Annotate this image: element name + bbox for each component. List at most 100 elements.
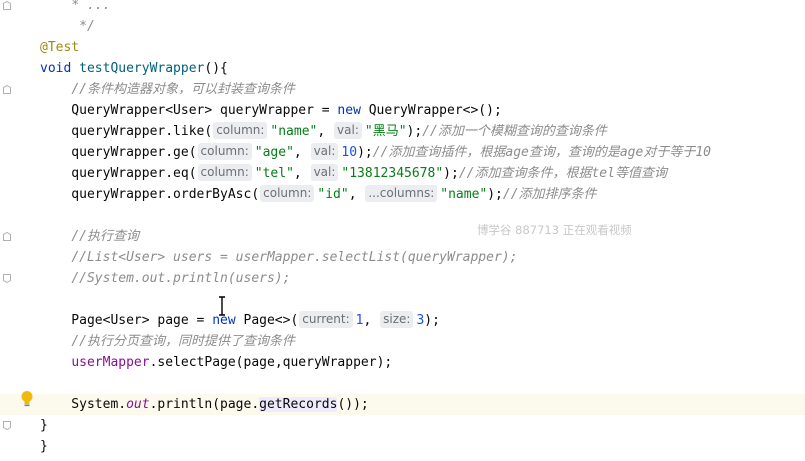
code-text: //条件构造器对象，可以封装查询条件 [40, 79, 295, 100]
code-token: System. [40, 397, 127, 412]
code-text: //执行分页查询，同时提供了查询条件 [40, 331, 295, 352]
code-line[interactable]: System.out.println(page.getRecords()); [0, 394, 805, 415]
code-line[interactable]: userMapper.selectPage(page,queryWrapper)… [0, 352, 805, 373]
code-token: ); [357, 145, 373, 160]
code-token: //添加排序条件 [502, 187, 597, 202]
code-line[interactable]: //List<User> users = userMapper.selectLi… [0, 247, 805, 268]
parameter-hint: column: [197, 164, 252, 181]
code-token: //条件构造器对象，可以封装查询条件 [71, 82, 295, 97]
code-token: new [212, 313, 244, 328]
code-token: */ [40, 19, 95, 34]
code-token: , [293, 166, 310, 181]
code-token: , [293, 145, 310, 160]
code-token: QueryWrapper<User> queryWrapper = [40, 103, 338, 118]
code-line[interactable]: //System.out.println(users); [0, 268, 805, 289]
parameter-hint: ...columns: [365, 185, 438, 202]
code-token: "name" [270, 124, 318, 139]
code-token: queryWrapper.orderByAsc( [40, 187, 260, 202]
code-text: //List<User> users = userMapper.selectLi… [40, 247, 517, 268]
code-line[interactable]: Page<User> page = new Page<>(current: 1, … [0, 310, 805, 331]
code-token: "age" [254, 145, 294, 160]
code-text: * ... [40, 0, 118, 16]
parameter-hint: column: [260, 185, 315, 202]
fold-marker-icon[interactable] [3, 274, 11, 283]
code-text: } [40, 415, 48, 436]
parameter-hint: size: [380, 311, 414, 328]
watermark-text: 博学谷 887713 正在观看视频 [477, 223, 632, 237]
code-line[interactable]: QueryWrapper<User> queryWrapper = new Qu… [0, 100, 805, 121]
code-token: } [40, 439, 48, 454]
code-line[interactable]: //条件构造器对象，可以封装查询条件 [0, 79, 805, 100]
code-token: "tel" [254, 166, 294, 181]
code-text: @Test [40, 37, 79, 58]
code-token: //执行分页查询，同时提供了查询条件 [71, 334, 295, 349]
code-line[interactable]: queryWrapper.like(column: "name", val: "黑马… [0, 121, 805, 142]
code-token: "name" [440, 187, 488, 202]
code-token: userMapper [71, 355, 150, 370]
code-text: queryWrapper.ge(column: "age", val: 10);//… [40, 142, 711, 163]
code-token: 10 [341, 145, 358, 160]
code-line[interactable]: queryWrapper.orderByAsc(column: "id", ...… [0, 184, 805, 205]
fold-marker-icon[interactable] [3, 232, 11, 241]
code-token: Page<User> page = [40, 313, 213, 328]
code-token: * ... [71, 0, 119, 13]
code-line[interactable] [0, 289, 805, 310]
code-token: (){ [204, 61, 228, 76]
code-line[interactable]: queryWrapper.ge(column: "age", val: 10);//… [0, 142, 805, 163]
code-line[interactable]: */ [0, 16, 805, 37]
code-line[interactable]: } [0, 436, 805, 457]
code-token: ); [443, 166, 459, 181]
code-token: queryWrapper.eq( [40, 166, 197, 181]
lightbulb-icon[interactable] [20, 390, 34, 407]
code-token: , [317, 124, 334, 139]
code-token: //添加一个模糊查询的查询条件 [422, 124, 607, 139]
code-token: Page<>( [243, 313, 299, 328]
code-token: @Test [40, 40, 80, 55]
code-token: .println(page. [149, 397, 260, 412]
text-cursor-icon [218, 296, 226, 316]
code-token: out [126, 397, 150, 412]
code-token: //执行查询 [71, 229, 139, 244]
code-token: , [348, 187, 365, 202]
fold-marker-icon[interactable] [3, 1, 11, 10]
code-token: //System.out.println(users); [71, 271, 291, 286]
code-text: //执行查询 [40, 226, 139, 247]
code-text: System.out.println(page.getRecords()); [40, 394, 369, 415]
code-line[interactable]: @Test [0, 37, 805, 58]
parameter-hint: current: [299, 311, 353, 328]
fold-marker-icon[interactable] [3, 421, 11, 430]
code-text: QueryWrapper<User> queryWrapper = new Qu… [40, 100, 502, 121]
code-text: */ [40, 16, 95, 37]
code-token: //添加查询条件，根据tel等值查询 [458, 166, 667, 181]
code-line[interactable]: * ... [0, 0, 805, 16]
code-token: ); [424, 313, 440, 328]
code-token: ()); [337, 397, 369, 412]
code-token: , [363, 313, 380, 328]
code-line[interactable] [0, 373, 805, 394]
code-token: testQueryWrapper [79, 61, 205, 76]
code-line[interactable]: queryWrapper.eq(column: "tel", val: "13812… [0, 163, 805, 184]
code-text: Page<User> page = new Page<>(current: 1, … [40, 310, 440, 331]
code-token: ); [487, 187, 503, 202]
code-line[interactable]: //执行分页查询，同时提供了查询条件 [0, 331, 805, 352]
parameter-hint: val: [310, 143, 339, 160]
code-token: getRecords [259, 397, 338, 412]
fold-marker-icon[interactable] [3, 85, 11, 94]
code-line[interactable] [0, 205, 805, 226]
code-line[interactable]: void testQueryWrapper(){ [0, 58, 805, 79]
code-token: queryWrapper.ge( [40, 145, 197, 160]
code-line[interactable]: } [0, 415, 805, 436]
code-token: queryWrapper.like( [40, 124, 213, 139]
code-token: "id" [317, 187, 349, 202]
code-text: queryWrapper.orderByAsc(column: "id", ...… [40, 184, 597, 205]
parameter-hint: val: [310, 164, 339, 181]
code-token: "13812345678" [341, 166, 444, 181]
code-token: QueryWrapper<>(); [368, 103, 502, 118]
code-line[interactable]: //执行查询 [0, 226, 805, 247]
code-token: .selectPage(page,queryWrapper); [149, 355, 393, 370]
code-token: ); [406, 124, 423, 139]
